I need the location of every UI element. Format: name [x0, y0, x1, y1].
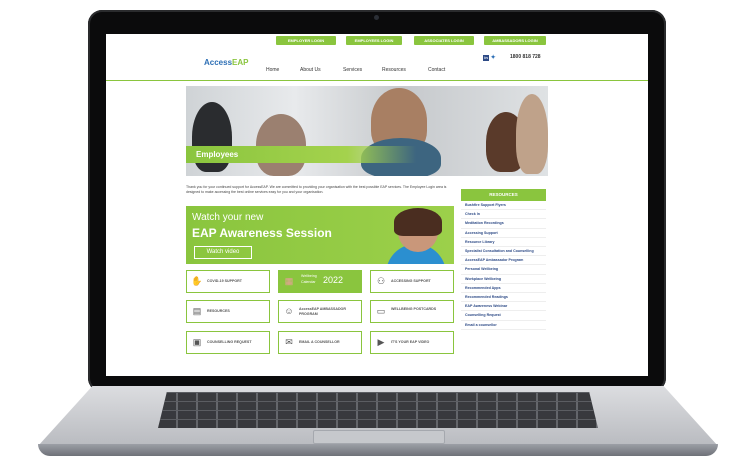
employer-login-button[interactable]: EMPLOYER LOGIN — [276, 36, 336, 45]
sidebar-item[interactable]: Email a counsellor — [461, 321, 546, 330]
presenter-hair — [394, 208, 442, 236]
tile-label: EMAIL A COUNSELLOR — [299, 340, 340, 344]
tile-label: COUNSELLING REQUEST — [207, 340, 252, 344]
tile-label: ACCESSING SUPPORT — [391, 279, 431, 283]
resources-sidebar: RESOURCES Bushfire Support Flyers Check … — [461, 189, 546, 330]
tile-covid-support[interactable]: ✋ COVID-19 SUPPORT — [186, 270, 270, 293]
email-icon: ✉ — [285, 337, 293, 347]
employees-login-button[interactable]: EMPLOYEES LOGIN — [346, 36, 402, 45]
associates-login-button[interactable]: ASSOCIATES LOGIN — [414, 36, 474, 45]
tile-email-counsellor[interactable]: ✉ EMAIL A COUNSELLOR — [278, 331, 362, 354]
sidebar-item[interactable]: Workplace Wellbeing — [461, 275, 546, 284]
laptop-screen: EMPLOYER LOGIN EMPLOYEES LOGIN ASSOCIATE… — [106, 34, 648, 376]
trackpad — [313, 430, 445, 444]
sidebar-item[interactable]: Meditation Recordings — [461, 219, 546, 229]
tile-counselling-request[interactable]: ▣ COUNSELLING REQUEST — [186, 331, 270, 354]
tile-wellbeing-calendar[interactable]: ▦ Wellbeing Calendar 2022 — [278, 270, 362, 293]
header-divider — [106, 80, 648, 81]
tile-label: COVID-19 SUPPORT — [207, 279, 242, 283]
sidebar-item[interactable]: Specialist Consultation and Counselling — [461, 247, 546, 257]
laptop-base — [38, 386, 718, 460]
tile-eap-video[interactable]: ▶ IT'S YOUR EAP VIDEO — [370, 331, 454, 354]
postcard-icon: ▭ — [376, 306, 386, 316]
logo-suffix: EAP — [232, 58, 249, 67]
calendar-year: 2022 — [323, 275, 344, 285]
hero-banner: Employees — [186, 86, 548, 176]
tile-label: WELLBEING POSTCARDS — [391, 307, 437, 311]
sidebar-item[interactable]: Recommended Apps — [461, 284, 546, 294]
tile-accessing-support[interactable]: ⚇ ACCESSING SUPPORT — [370, 270, 454, 293]
sidebar-item[interactable]: Accessing Support — [461, 229, 546, 238]
nav-home[interactable]: Home — [266, 67, 279, 73]
laptop-lid: EMPLOYER LOGIN EMPLOYEES LOGIN ASSOCIATE… — [88, 10, 666, 392]
calendar-icon: ▦ — [284, 276, 294, 286]
tile-ambassador-program[interactable]: ☺ AccessEAP AMBASSADOR PROGRAM — [278, 300, 362, 323]
intro-paragraph: Thank you for your continued support for… — [186, 185, 447, 194]
laptop-edge — [38, 444, 718, 456]
play-icon: ▶ — [377, 337, 385, 347]
logo-text: Access — [204, 58, 233, 67]
social-links: in ✦ — [483, 54, 496, 61]
linkedin-icon[interactable]: in — [483, 55, 489, 61]
tile-resources[interactable]: ▤ RESOURCES — [186, 300, 270, 323]
counselling-icon: ▣ — [192, 337, 202, 347]
tile-label: RESOURCES — [207, 309, 230, 313]
tile-label: AccessEAP AMBASSADOR PROGRAM — [299, 307, 346, 316]
promo-line2: EAP Awareness Session — [192, 226, 332, 240]
login-bar: EMPLOYER LOGIN EMPLOYEES LOGIN ASSOCIATE… — [106, 34, 648, 46]
sidebar-heading: RESOURCES — [461, 189, 546, 201]
sidebar-item[interactable]: Personal Wellbeing — [461, 265, 546, 275]
sidebar-item[interactable]: EAP Awareness Webinar — [461, 302, 546, 312]
awareness-session-banner[interactable]: Watch your new EAP Awareness Session Wat… — [186, 206, 454, 264]
ambassador-icon: ☺ — [284, 306, 294, 316]
watch-video-button[interactable]: Watch video — [194, 246, 252, 259]
twitter-icon[interactable]: ✦ — [491, 55, 496, 61]
resources-icon: ▤ — [192, 306, 202, 316]
nav-resources[interactable]: Resources — [382, 67, 406, 73]
person-image — [256, 114, 306, 176]
sidebar-item[interactable]: AccessEAP Ambassador Program — [461, 256, 546, 266]
hands-icon: ✋ — [191, 276, 203, 286]
page-title: Employees — [196, 150, 239, 159]
tile-wellbeing-postcards[interactable]: ▭ WELLBEING POSTCARDS — [370, 300, 454, 323]
nav-contact[interactable]: Contact — [428, 67, 445, 73]
nav-services[interactable]: Services — [343, 67, 362, 73]
sidebar-item[interactable]: Resource Library — [461, 238, 546, 248]
ambassadors-login-button[interactable]: AMBASSADORS LOGIN — [484, 36, 546, 45]
tile-label: IT'S YOUR EAP VIDEO — [391, 340, 430, 344]
support-icon: ⚇ — [376, 276, 386, 286]
webcam — [374, 15, 379, 20]
sidebar-item[interactable]: Recommended Readings — [461, 293, 546, 303]
promo-line1: Watch your new — [192, 212, 264, 223]
person-image — [516, 94, 548, 174]
phone-number[interactable]: 1800 818 728 — [510, 54, 541, 60]
sidebar-item[interactable]: Bushfire Support Flyers — [461, 201, 546, 211]
sidebar-item[interactable]: Check In — [461, 210, 546, 220]
nav-about-us[interactable]: About Us — [300, 67, 321, 73]
calendar-line2: Calendar — [301, 280, 316, 284]
sidebar-item[interactable]: Counselling Request — [461, 311, 546, 321]
site-logo[interactable]: AccessEAP — [204, 58, 248, 67]
calendar-line1: Wellbeing — [301, 274, 317, 278]
keyboard-rows — [158, 392, 598, 428]
